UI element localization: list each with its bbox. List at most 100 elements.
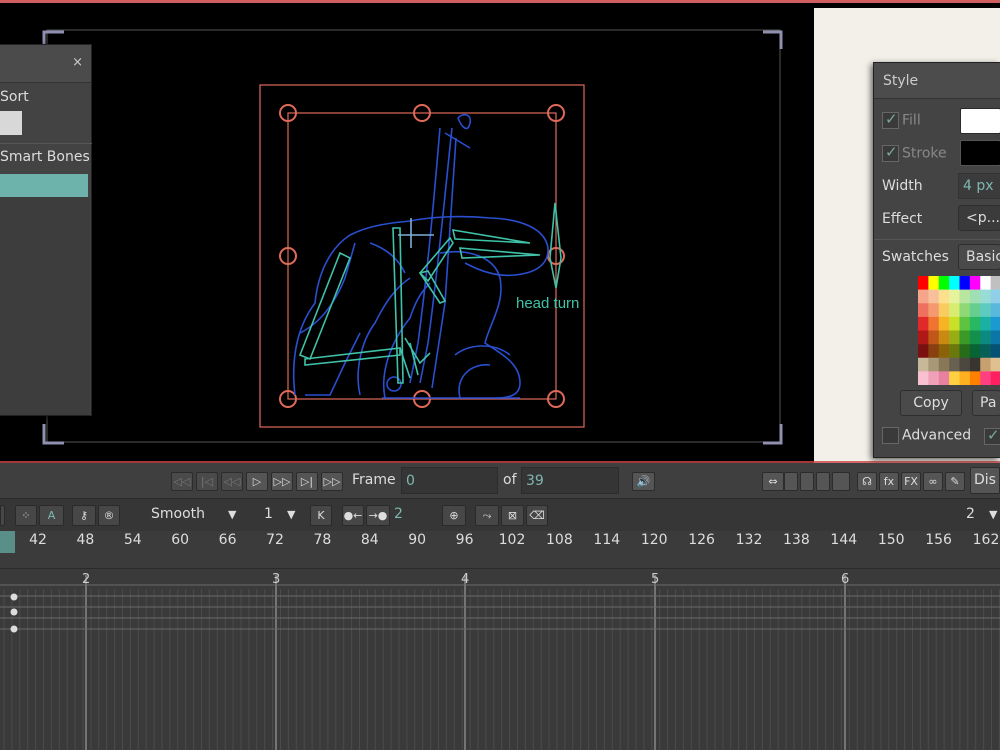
play-button[interactable]: ▷	[246, 472, 268, 491]
palette-swatch[interactable]	[990, 371, 1000, 385]
palette-swatch[interactable]	[980, 330, 991, 345]
palette-swatch[interactable]	[980, 289, 991, 304]
palette-swatch[interactable]	[959, 344, 971, 359]
palette-swatch[interactable]	[949, 357, 960, 372]
palette-swatch[interactable]	[918, 344, 929, 359]
add-key-icon[interactable]: ⊕	[442, 505, 466, 526]
palette-swatch[interactable]	[969, 303, 981, 318]
palette-swatch[interactable]	[959, 371, 971, 385]
interp-value[interactable]: 1	[264, 506, 273, 522]
next-frame-button[interactable]: ▷▷	[271, 472, 293, 491]
onion-skin-button[interactable]: ☊	[857, 472, 877, 491]
keyframe-icon[interactable]: K	[310, 505, 332, 526]
frame-ruler[interactable]: 42 48 54 60 66 72 78 84 90 96 102 108 114 120 126 132 13…	[0, 531, 1000, 569]
palette-swatch[interactable]	[969, 357, 981, 372]
first-frame-button[interactable]: ◁◁	[171, 472, 193, 491]
canvas-drawing[interactable]: head turn	[0, 3, 1000, 466]
frame-field[interactable]: 0	[401, 467, 498, 494]
branch-icon[interactable]: ⤳	[475, 505, 499, 526]
stroke-checkbox[interactable]	[882, 143, 899, 162]
palette-swatch[interactable]	[928, 371, 940, 385]
palette-swatch[interactable]	[969, 289, 981, 304]
prev-key-icon[interactable]: ●←	[342, 505, 364, 526]
palette-swatch[interactable]	[938, 357, 950, 372]
palette-swatch[interactable]	[959, 289, 971, 304]
smart-bones-list[interactable]	[0, 197, 90, 415]
timeline-area[interactable]: 23456	[0, 569, 1000, 750]
palette-swatch[interactable]	[918, 289, 929, 304]
palette-swatch[interactable]	[918, 276, 929, 290]
next-key-button[interactable]: ▷|	[296, 472, 318, 491]
palette-swatch[interactable]	[949, 316, 960, 331]
palette-swatch[interactable]	[959, 316, 971, 331]
palette-swatch[interactable]	[990, 289, 1000, 304]
palette-swatch[interactable]	[918, 371, 929, 385]
last-frame-button[interactable]: ▷▷	[321, 472, 343, 491]
palette-swatch[interactable]	[959, 276, 971, 290]
timeline-grid[interactable]: 23456	[0, 569, 1000, 750]
palette-swatch[interactable]	[990, 357, 1000, 372]
prev-key-button[interactable]: |◁	[196, 472, 218, 491]
palette-swatch[interactable]	[980, 303, 991, 318]
palette-swatch[interactable]	[980, 344, 991, 359]
selected-smart-bone-row[interactable]	[0, 174, 88, 197]
interpolation-label[interactable]: Smooth	[151, 506, 205, 522]
palette-swatch[interactable]	[918, 330, 929, 345]
fx-button[interactable]: fx	[879, 472, 899, 491]
swatches-dropdown[interactable]: Basic	[958, 244, 1000, 270]
advanced-checkbox[interactable]	[882, 427, 899, 444]
relative-keys-icon[interactable]: ®	[98, 505, 120, 526]
freeze-icon[interactable]: ⊠	[501, 505, 524, 526]
bone-key-icon[interactable]: ⚷	[72, 505, 96, 526]
palette-swatch[interactable]	[969, 276, 981, 290]
palette-swatch[interactable]	[938, 289, 950, 304]
palette-swatch[interactable]	[949, 303, 960, 318]
palette-swatch[interactable]	[928, 289, 940, 304]
palette-swatch[interactable]	[938, 316, 950, 331]
palette-swatch[interactable]	[928, 303, 940, 318]
chevron-down-icon[interactable]: ▼	[228, 508, 236, 521]
palette-swatch[interactable]	[918, 316, 929, 331]
view-toggle-button[interactable]: ⇔	[762, 472, 784, 491]
fill-checkbox[interactable]	[882, 110, 899, 129]
prev-frame-button[interactable]: ◁◁	[221, 472, 243, 491]
playhead-marker[interactable]	[0, 531, 15, 553]
palette-swatch[interactable]	[928, 276, 940, 290]
width-field[interactable]: 4 px	[958, 173, 1000, 199]
keyframe-dot[interactable]	[10, 593, 18, 601]
layout-hsplit-icon[interactable]	[816, 472, 830, 491]
right-value[interactable]: 2	[966, 506, 975, 522]
color-palette[interactable]	[918, 276, 1000, 385]
palette-swatch[interactable]	[928, 357, 940, 372]
fx-stack-button[interactable]: FX	[901, 472, 921, 491]
text-anchor-icon[interactable]: A	[39, 505, 64, 526]
dots-grid-icon[interactable]: ⁘	[15, 505, 37, 526]
loop-button[interactable]: ∞	[923, 472, 943, 491]
copy-button[interactable]: Copy	[900, 390, 962, 416]
palette-swatch[interactable]	[938, 276, 950, 290]
palette-swatch[interactable]	[959, 303, 971, 318]
brush-button[interactable]: ✎	[945, 472, 965, 491]
sort-button[interactable]	[0, 111, 22, 135]
palette-swatch[interactable]	[928, 316, 940, 331]
palette-swatch[interactable]	[969, 371, 981, 385]
palette-swatch[interactable]	[980, 276, 991, 290]
palette-swatch[interactable]	[938, 303, 950, 318]
palette-swatch[interactable]	[969, 344, 981, 359]
keyframe-dot[interactable]	[10, 608, 18, 616]
next-key-icon[interactable]: →●	[366, 505, 390, 526]
delete-key-icon[interactable]: ⌫	[526, 505, 548, 526]
option-checkbox[interactable]	[984, 426, 1000, 445]
palette-swatch[interactable]	[969, 330, 981, 345]
palette-swatch[interactable]	[928, 344, 940, 359]
canvas-viewport[interactable]: head turn	[0, 0, 1000, 466]
paste-button[interactable]: Pa	[972, 390, 1000, 416]
palette-swatch[interactable]	[990, 316, 1000, 331]
palette-swatch[interactable]	[969, 316, 981, 331]
palette-swatch[interactable]	[918, 303, 929, 318]
layout-single-icon[interactable]	[784, 472, 798, 491]
chevron-down-icon[interactable]: ▼	[287, 508, 295, 521]
palette-swatch[interactable]	[938, 344, 950, 359]
palette-swatch[interactable]	[990, 344, 1000, 359]
fill-color-swatch[interactable]	[960, 108, 1000, 134]
